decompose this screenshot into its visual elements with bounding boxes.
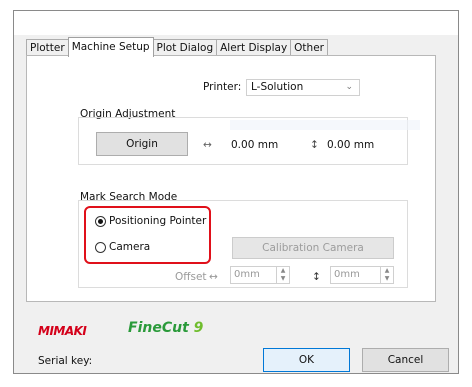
dialog-top-area (14, 11, 458, 35)
tab-machine-setup[interactable]: Machine Setup (67, 37, 154, 57)
origin-button[interactable]: Origin (96, 132, 188, 156)
ok-button[interactable]: OK (263, 348, 350, 372)
tab-plot-dialog[interactable]: Plot Dialog (152, 39, 218, 56)
x-arrow-icon: ↔ (203, 139, 212, 151)
offset-x-value: 0mm (234, 269, 260, 280)
tab-bar: Plotter Machine Setup Plot Dialog Alert … (26, 37, 328, 57)
offset-x-stepper[interactable]: 0mm ▲ ▼ (230, 266, 290, 284)
offset-label: Offset (175, 271, 207, 283)
tab-other[interactable]: Other (290, 39, 328, 56)
chevron-down-icon: ⌄ (345, 82, 353, 92)
finecut-product: FineCut (128, 320, 189, 336)
printer-select[interactable]: L-Solution ⌄ (246, 79, 360, 96)
cancel-button[interactable]: Cancel (362, 348, 449, 372)
tab-alert-display[interactable]: Alert Display (216, 39, 292, 56)
offset-y-arrow-icon: ↕ (312, 271, 321, 283)
offset-x-arrow-icon: ↔ (209, 271, 218, 283)
serial-key-label: Serial key: (38, 355, 93, 367)
spin-updown-icon[interactable]: ▲ ▼ (380, 267, 393, 283)
printer-select-value: L-Solution (251, 81, 304, 93)
calibration-camera-button[interactable]: Calibration Camera (232, 237, 394, 259)
spin-updown-icon[interactable]: ▲ ▼ (276, 267, 289, 283)
printer-label: Printer: (203, 81, 242, 93)
y-arrow-icon: ↕ (310, 139, 319, 151)
origin-y-value: 0.00 mm (327, 139, 375, 151)
offset-y-stepper[interactable]: 0mm ▲ ▼ (330, 266, 394, 284)
mimaki-logo: MIMAKI (38, 324, 87, 338)
highlight-box (84, 206, 211, 264)
finecut-logo: FineCut 9 (128, 320, 203, 336)
tab-plotter[interactable]: Plotter (26, 39, 69, 56)
finecut-version: 9 (193, 320, 204, 336)
faint-overlay (230, 120, 420, 130)
offset-y-value: 0mm (334, 269, 360, 280)
origin-x-value: 0.00 mm (231, 139, 279, 151)
